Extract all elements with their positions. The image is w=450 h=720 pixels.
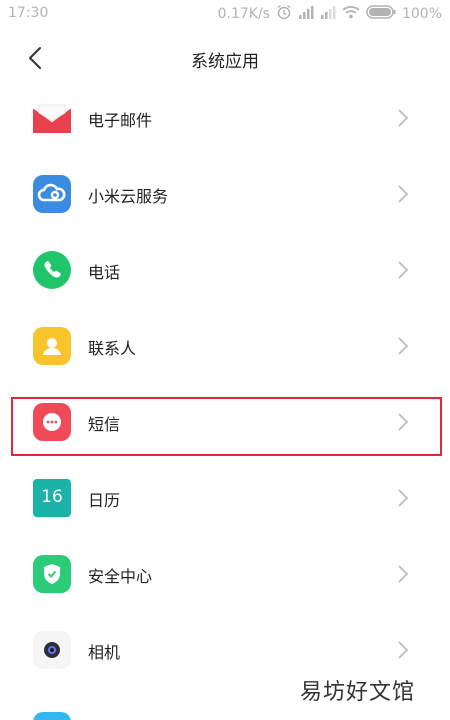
calendar-icon: 16 [33,479,71,517]
list-item-calendar[interactable]: 16 日历 [0,460,450,536]
chevron-right-icon [396,488,410,508]
list-item-cloud[interactable]: 小米云服务 [0,156,450,232]
list-item-label: 电话 [88,263,121,282]
alarm-icon [276,4,292,24]
net-speed: 0.17K/s [217,6,270,22]
list-item-label: 电子邮件 [88,111,153,130]
signal-icon-2 [320,5,336,23]
phone-icon [33,251,71,289]
list-item-label: 日历 [88,491,121,510]
chevron-right-icon [396,108,410,128]
selection-highlight [11,397,442,456]
chevron-right-icon [396,336,410,356]
list-item-security[interactable]: 安全中心 [0,536,450,612]
chevron-right-icon [396,640,410,660]
status-bar: 17:30 0.17K/s 100% [0,0,450,28]
watermark-text: 易坊好文馆 [300,680,416,705]
list-item-phone[interactable]: 电话 [0,232,450,308]
shield-icon [33,555,71,593]
cloud-icon [33,175,71,213]
signal-icon-1 [298,5,314,23]
title-bar: 系统应用 [0,28,450,88]
calendar-day-number: 16 [41,487,63,507]
status-time: 17:30 [8,5,49,21]
list-item-contacts[interactable]: 联系人 [0,308,450,384]
email-icon [33,99,71,137]
battery-level: 100% [401,6,442,22]
contacts-icon [33,327,71,365]
battery-icon [366,5,396,23]
page-title: 系统应用 [191,52,259,72]
list-item-email[interactable]: 电子邮件 [0,80,450,156]
list-item-label: 相机 [88,643,121,662]
list-item-label: 联系人 [88,339,137,358]
chevron-right-icon [396,260,410,280]
wifi-icon [342,5,360,23]
chevron-right-icon [396,184,410,204]
chevron-right-icon [396,564,410,584]
list-item-label: 小米云服务 [88,187,169,206]
app-icon-partial [33,712,71,720]
list-item-label: 安全中心 [88,567,153,586]
status-right: 0.17K/s 100% [218,4,442,24]
camera-icon [33,631,71,669]
